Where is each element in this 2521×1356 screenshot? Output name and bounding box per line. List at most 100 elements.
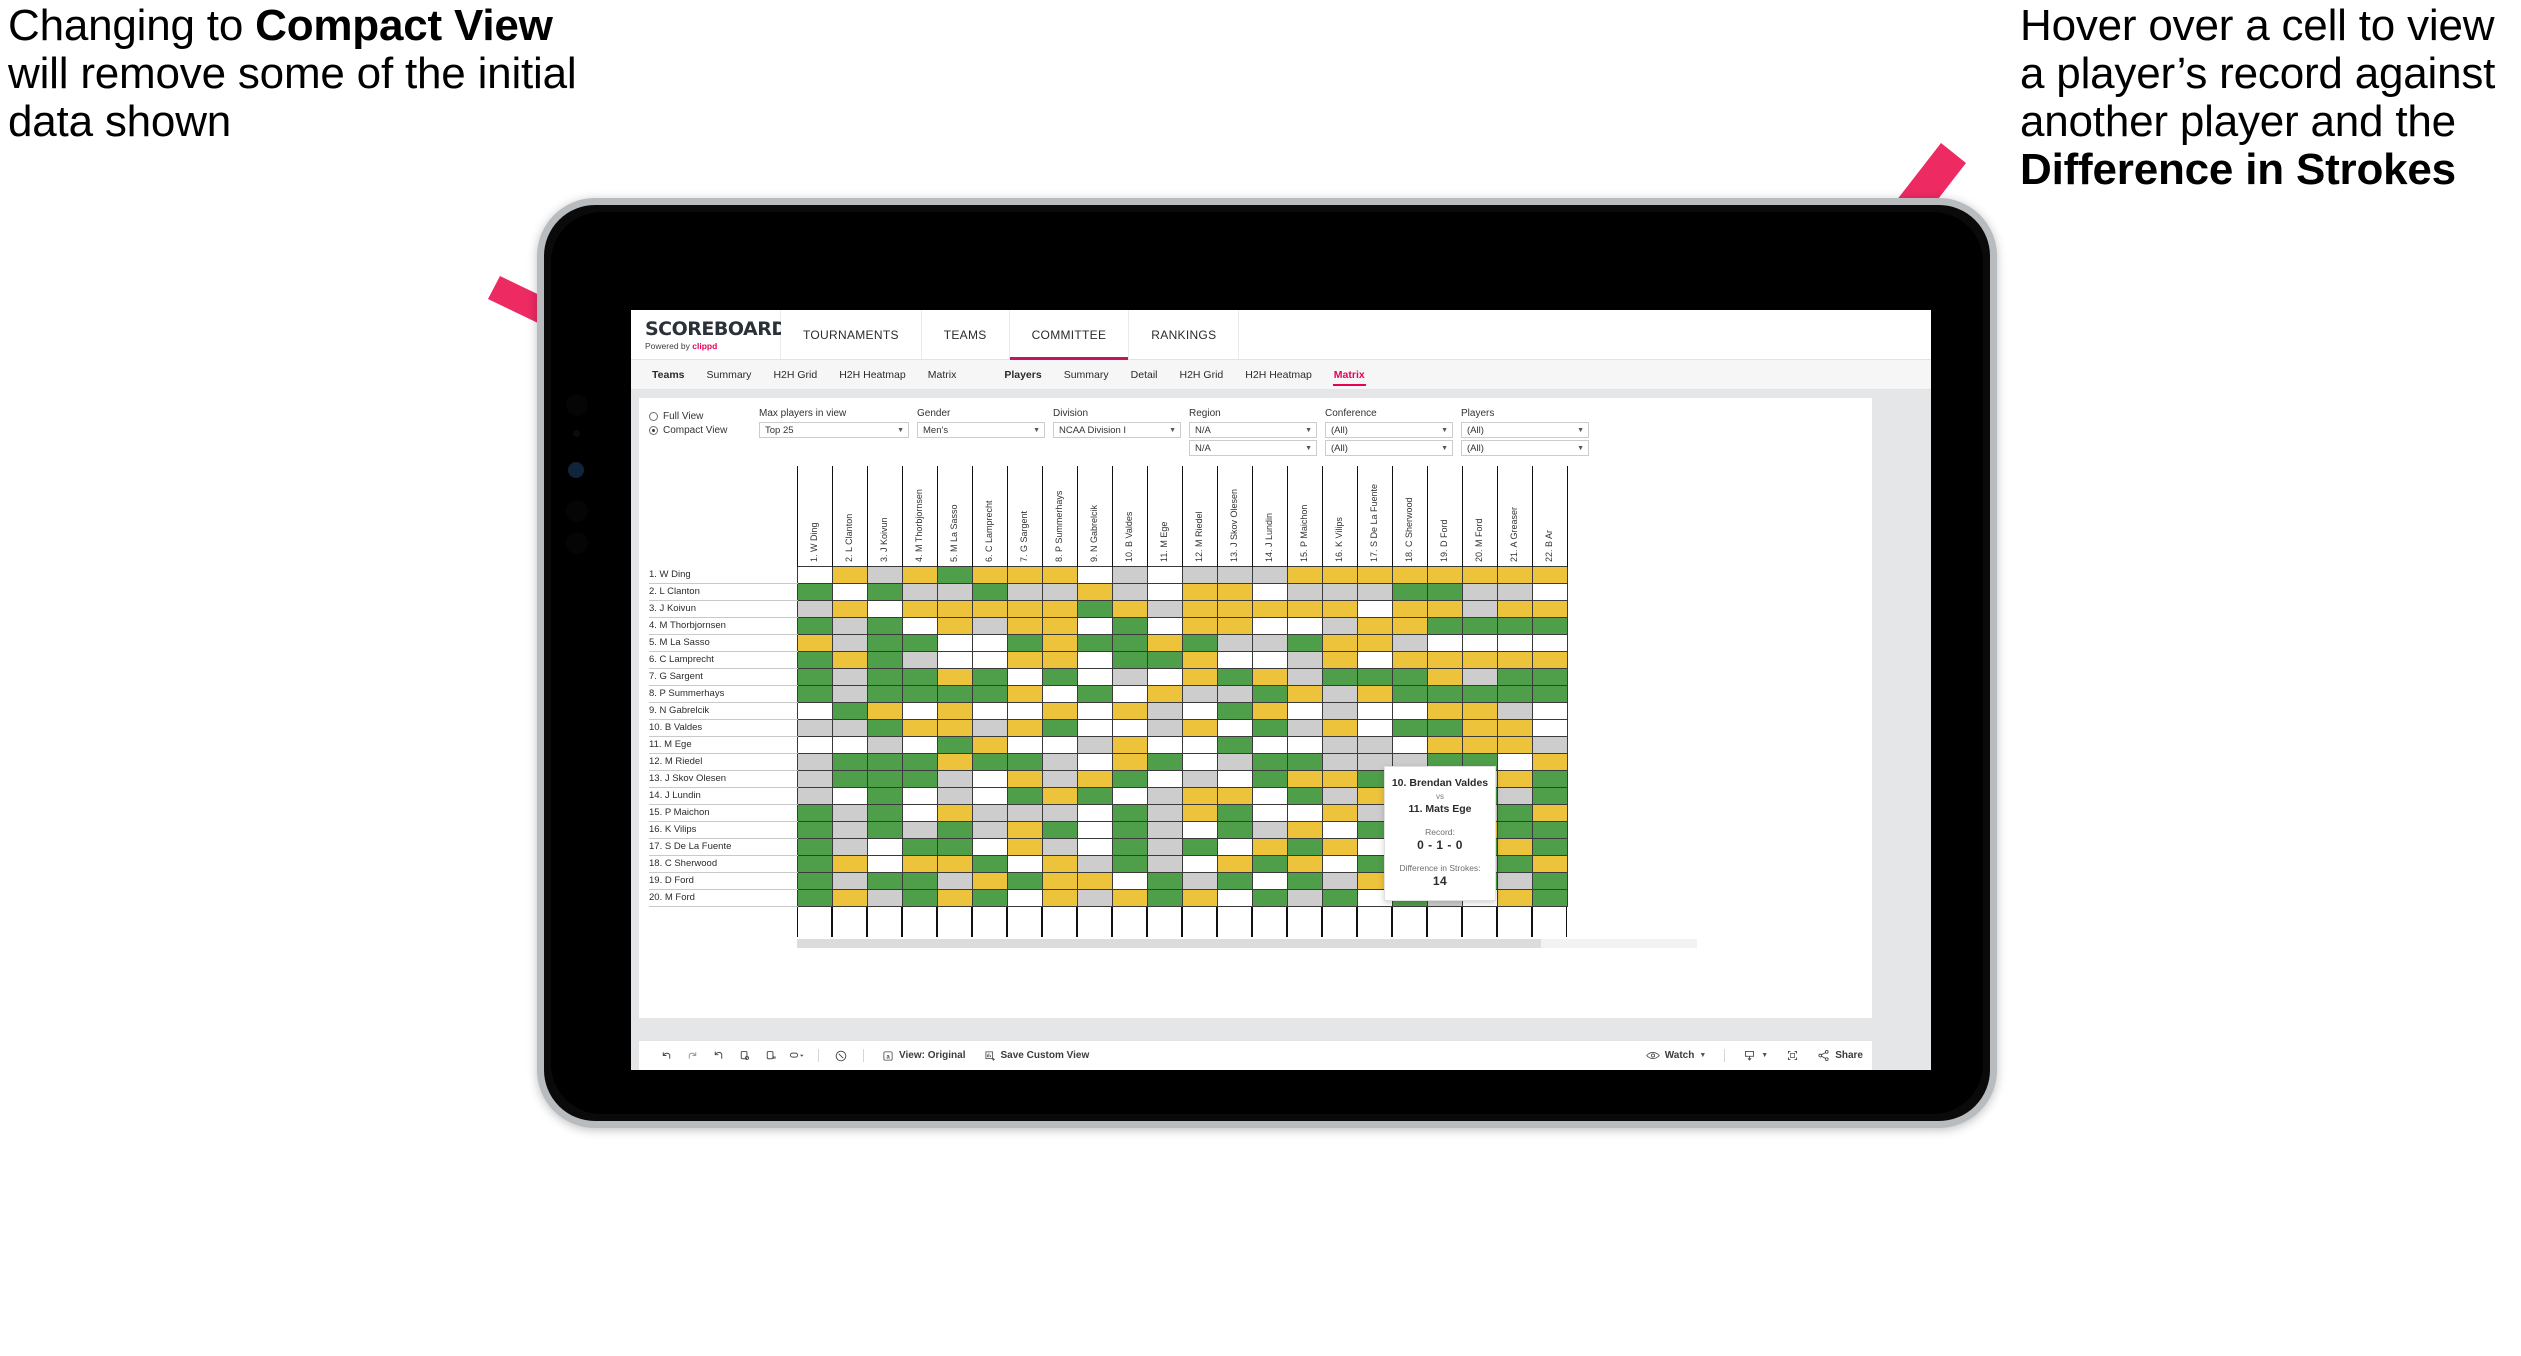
matrix-cell[interactable] [1286,599,1323,618]
matrix-cell[interactable] [1426,650,1463,669]
matrix-cell[interactable] [971,565,1008,584]
radio-compact-view[interactable]: Compact View [649,425,759,436]
matrix-cell[interactable] [1111,582,1148,601]
matrix-cell[interactable] [1251,803,1288,822]
matrix-cell[interactable] [901,752,938,771]
matrix-cell[interactable] [1496,650,1533,669]
matrix-cell[interactable] [1321,837,1358,856]
matrix-cell[interactable] [1531,633,1568,652]
matrix-cell[interactable] [1286,888,1323,907]
matrix-cell[interactable] [1041,786,1078,805]
matrix-cell[interactable] [1251,633,1288,652]
matrix-cell[interactable] [1251,735,1288,754]
matrix-cell[interactable] [796,837,833,856]
matrix-cell[interactable] [1006,650,1043,669]
revert-icon[interactable] [705,1041,731,1071]
matrix-cell[interactable] [1006,786,1043,805]
matrix-cell[interactable] [1076,854,1113,873]
matrix-cell[interactable] [1216,684,1253,703]
matrix-cell[interactable] [1251,616,1288,635]
matrix-cell[interactable] [1496,803,1533,822]
help-icon[interactable] [828,1041,854,1071]
matrix-cell[interactable] [831,650,868,669]
select-conference-2[interactable]: (All) ▼ [1325,440,1453,456]
matrix-cell[interactable] [1286,752,1323,771]
matrix-cell[interactable] [866,769,903,788]
matrix-cell[interactable] [1286,616,1323,635]
matrix-cell[interactable] [796,599,833,618]
matrix-cell[interactable] [1461,650,1498,669]
matrix-cell[interactable] [1076,803,1113,822]
matrix-cell[interactable] [831,871,868,890]
matrix-cell[interactable] [1111,871,1148,890]
matrix-cell[interactable] [1356,565,1393,584]
matrix-cell[interactable] [866,565,903,584]
watch-button[interactable]: Watch ▼ [1637,1050,1716,1061]
matrix-cell[interactable] [901,718,938,737]
matrix-cell[interactable] [1461,701,1498,720]
matrix-cell[interactable] [831,888,868,907]
matrix-cell[interactable] [1216,650,1253,669]
matrix-cell[interactable] [796,684,833,703]
matrix-cell[interactable] [866,616,903,635]
matrix-cell[interactable] [1531,667,1568,686]
matrix-cell[interactable] [1076,582,1113,601]
matrix-cell[interactable] [1111,820,1148,839]
matrix-cell[interactable] [796,888,833,907]
matrix-cell[interactable] [1286,820,1323,839]
matrix-cell[interactable] [831,786,868,805]
matrix-cell[interactable] [1146,854,1183,873]
matrix-cell[interactable] [1391,718,1428,737]
matrix-cell[interactable] [1286,803,1323,822]
matrix-cell[interactable] [1531,871,1568,890]
matrix-cell[interactable] [971,582,1008,601]
matrix-cell[interactable] [1076,871,1113,890]
radio-full-view-icon[interactable] [649,412,658,421]
matrix-cell[interactable] [1496,769,1533,788]
matrix-cell[interactable] [936,718,973,737]
matrix-cell[interactable] [1251,650,1288,669]
matrix-cell[interactable] [1321,871,1358,890]
matrix-cell[interactable] [1181,871,1218,890]
matrix-cell[interactable] [971,735,1008,754]
matrix-cell[interactable] [866,633,903,652]
matrix-cell[interactable] [1426,735,1463,754]
matrix-cell[interactable] [796,667,833,686]
matrix-cell[interactable] [831,701,868,720]
matrix-cell[interactable] [1181,735,1218,754]
topnav-tournaments[interactable]: TOURNAMENTS [781,310,922,359]
matrix-cell[interactable] [1076,633,1113,652]
matrix-cell[interactable] [1531,718,1568,737]
matrix-cell[interactable] [1531,616,1568,635]
matrix-cell[interactable] [1286,667,1323,686]
matrix-cell[interactable] [1006,718,1043,737]
matrix-cell[interactable] [1531,650,1568,669]
matrix-cell[interactable] [1356,718,1393,737]
matrix-cell[interactable] [1146,599,1183,618]
matrix-cell[interactable] [1321,701,1358,720]
matrix-cell[interactable] [901,582,938,601]
fullscreen-button[interactable] [1777,1049,1808,1062]
view-original-button[interactable]: a View: Original [873,1050,975,1062]
matrix-cell[interactable] [866,718,903,737]
matrix-cell[interactable] [1146,769,1183,788]
matrix-cell[interactable] [1496,718,1533,737]
matrix-cell[interactable] [1006,752,1043,771]
matrix-cell[interactable] [1496,837,1533,856]
matrix-cell[interactable] [901,803,938,822]
matrix-cell[interactable] [1531,735,1568,754]
matrix-cell[interactable] [1041,582,1078,601]
matrix-cell[interactable] [936,667,973,686]
matrix-cell[interactable] [1216,854,1253,873]
matrix-cell[interactable] [971,769,1008,788]
matrix-cell[interactable] [936,871,973,890]
select-players-2[interactable]: (All) ▼ [1461,440,1589,456]
matrix-cell[interactable] [1356,599,1393,618]
matrix-cell[interactable] [1286,871,1323,890]
matrix-cell[interactable] [1251,837,1288,856]
matrix-cell[interactable] [1496,565,1533,584]
matrix-cell[interactable] [1041,565,1078,584]
matrix-cell[interactable] [1006,582,1043,601]
select-division[interactable]: NCAA Division I ▼ [1053,422,1181,438]
matrix-cell[interactable] [936,701,973,720]
